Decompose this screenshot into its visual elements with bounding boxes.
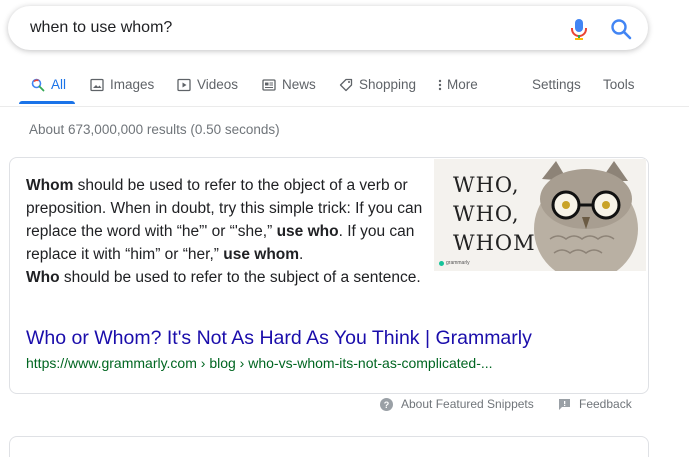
- tab-label: Videos: [197, 77, 239, 92]
- search-tabs: All Images Videos News Shopping More Set…: [0, 70, 689, 107]
- results-count: About 673,000,000 results (0.50 seconds): [29, 122, 280, 137]
- tab-tools[interactable]: Tools: [603, 77, 635, 92]
- video-icon: [177, 78, 191, 91]
- tab-all[interactable]: All: [31, 77, 66, 92]
- tab-settings[interactable]: Settings: [532, 77, 581, 92]
- tab-label: All: [51, 77, 67, 92]
- tab-news[interactable]: News: [262, 77, 316, 92]
- snippet-segment: use who: [276, 223, 339, 240]
- news-icon: [262, 78, 276, 91]
- result-title-link[interactable]: Who or Whom? It's Not As Hard As You Thi…: [26, 327, 532, 350]
- snippet-segment: Whom: [26, 177, 74, 194]
- owl-illustration-icon: [534, 161, 638, 271]
- feedback-icon: [559, 398, 570, 410]
- tab-label: Shopping: [359, 77, 417, 92]
- tab-shopping[interactable]: Shopping: [339, 77, 416, 92]
- featured-snippet-card: Whom should be used to refer to the obje…: [9, 157, 649, 394]
- tag-icon: [339, 78, 353, 91]
- snippet-segment: Who: [26, 269, 60, 286]
- active-tab-indicator: [19, 101, 75, 104]
- about-featured-snippets-link[interactable]: ? About Featured Snippets: [380, 397, 534, 411]
- next-result-card: [9, 436, 649, 457]
- more-vert-icon: [438, 79, 442, 90]
- search-icon[interactable]: [610, 18, 632, 40]
- snippet-segment: .: [299, 246, 304, 263]
- search-box[interactable]: when to use whom?: [8, 6, 648, 50]
- feedback-label: Feedback: [579, 397, 632, 411]
- tab-label: Settings: [532, 77, 581, 92]
- tab-label: News: [282, 77, 316, 92]
- tab-label: Images: [110, 77, 155, 92]
- svg-text:?: ?: [384, 400, 390, 410]
- microphone-icon[interactable]: [570, 18, 588, 40]
- search-icon: [31, 78, 45, 91]
- snippet-segment: should be used to refer to the subject o…: [59, 269, 421, 286]
- snippet-thumbnail[interactable]: WHO, WHO, WHOM! grammarly: [434, 159, 646, 271]
- thumbnail-brand-label: grammarly: [446, 260, 470, 266]
- help-icon: ?: [380, 397, 393, 411]
- about-label: About Featured Snippets: [401, 397, 534, 411]
- snippet-text: Whom should be used to refer to the obje…: [26, 174, 426, 289]
- search-input[interactable]: when to use whom?: [30, 19, 172, 37]
- tab-more[interactable]: More: [437, 77, 478, 92]
- tab-label: Tools: [603, 77, 635, 92]
- feedback-link[interactable]: Feedback: [558, 397, 632, 411]
- tab-videos[interactable]: Videos: [177, 77, 238, 92]
- thumbnail-brand: grammarly: [439, 260, 470, 266]
- result-url[interactable]: https://www.grammarly.com › blog › who-v…: [26, 355, 493, 371]
- grammarly-logo-icon: [439, 260, 444, 266]
- image-icon: [90, 78, 104, 91]
- tab-label: More: [447, 77, 478, 92]
- snippet-segment: use whom: [223, 246, 300, 263]
- tab-images[interactable]: Images: [90, 77, 154, 92]
